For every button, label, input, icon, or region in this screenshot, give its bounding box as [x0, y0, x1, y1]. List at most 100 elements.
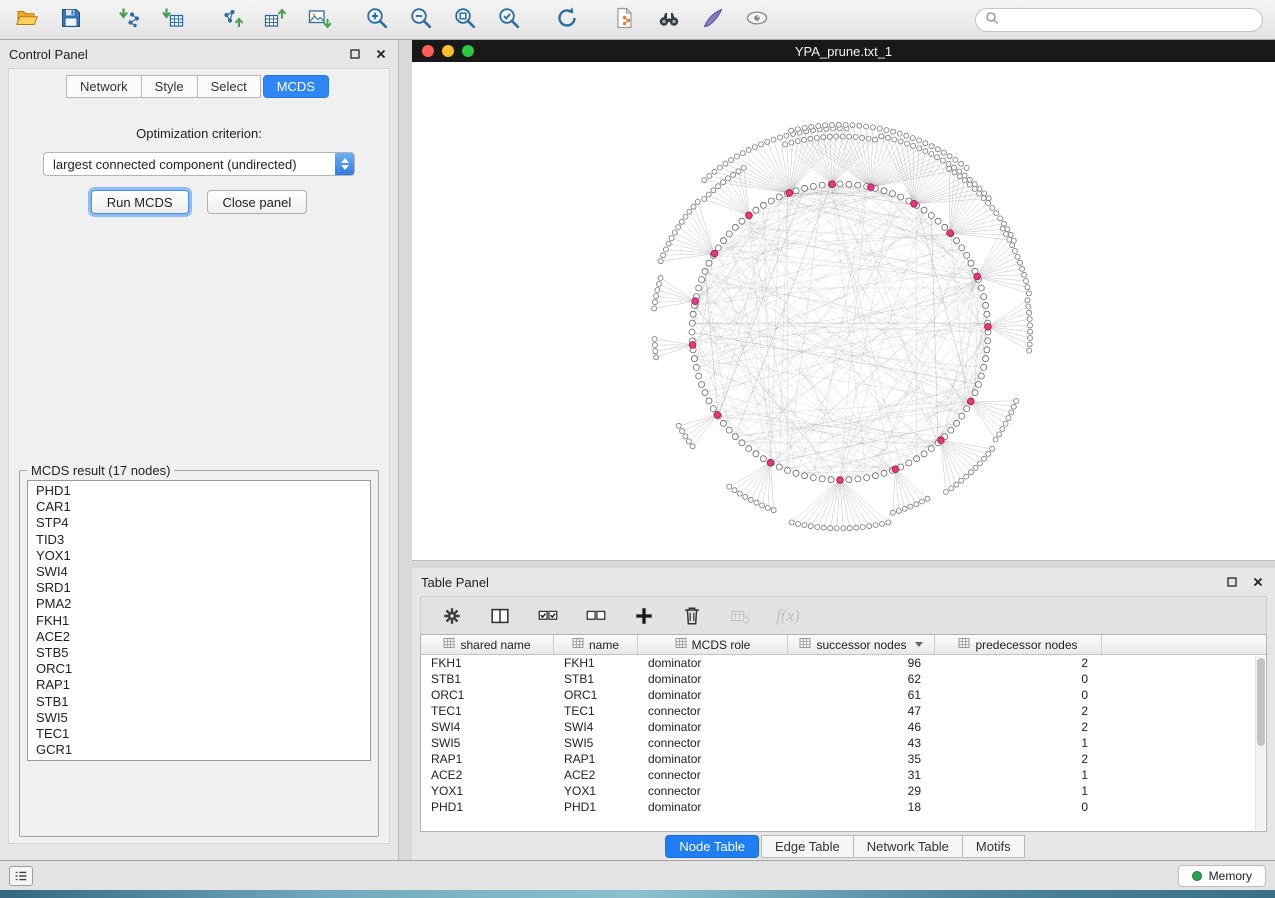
table-row[interactable]: SWI5SWI5connector431	[421, 735, 1266, 751]
tab-network[interactable]: Network	[66, 75, 142, 98]
table-header-row: shared name name MCDS rolesuccessor nodesp…	[421, 635, 1266, 655]
tab-edge-table[interactable]: Edge Table	[761, 835, 854, 858]
share-document-button[interactable]	[610, 5, 640, 35]
delete-button[interactable]	[679, 603, 705, 629]
import-network-button[interactable]	[114, 5, 144, 35]
table-panel-title: Table Panel	[421, 575, 489, 590]
mcds-result-item[interactable]: PHD1	[28, 483, 370, 499]
application-window: Control Panel NetworkStyleSelectMCDS Opt…	[0, 0, 1275, 898]
mcds-result-item[interactable]: RAP1	[28, 677, 370, 693]
select-all-button[interactable]	[535, 603, 561, 629]
mcds-result-item[interactable]: CAR1	[28, 499, 370, 515]
mcds-result-item[interactable]: FKH1	[28, 613, 370, 629]
apply-layout-button[interactable]	[552, 5, 582, 35]
tab-node-table[interactable]: Node Table	[665, 835, 759, 858]
table-row[interactable]: RAP1RAP1dominator352	[421, 751, 1266, 767]
minimize-window-icon[interactable]	[442, 45, 454, 57]
horizontal-splitter[interactable]	[412, 560, 1275, 568]
open-button[interactable]	[12, 5, 42, 35]
close-panel-button[interactable]: Close panel	[207, 190, 308, 214]
table-cell: dominator	[638, 672, 788, 686]
table-row[interactable]: SWI4SWI4dominator462	[421, 719, 1266, 735]
table-cell: ORC1	[421, 688, 554, 702]
table-cell: 0	[935, 672, 1102, 686]
mcds-result-item[interactable]: GCR1	[28, 742, 370, 758]
network-canvas[interactable]	[412, 62, 1275, 560]
mcds-result-item[interactable]: STP4	[28, 515, 370, 531]
network-view[interactable]	[412, 62, 1275, 560]
maximize-window-icon[interactable]	[462, 45, 474, 57]
mcds-result-list[interactable]: PHD1CAR1STP4TID3YOX1SWI4SRD1PMA2FKH1ACE2…	[27, 480, 371, 761]
float-table-panel-icon[interactable]	[1224, 574, 1240, 590]
column-header-name[interactable]: name	[554, 635, 638, 654]
tab-motifs[interactable]: Motifs	[962, 835, 1025, 858]
mcds-result-item[interactable]: STB5	[28, 645, 370, 661]
tab-mcds[interactable]: MCDS	[263, 75, 329, 98]
table-cell: dominator	[638, 752, 788, 766]
mcds-result-item[interactable]: YOX1	[28, 548, 370, 564]
search-network-button[interactable]	[654, 5, 684, 35]
column-label: name	[589, 638, 619, 652]
deselect-all-button[interactable]	[583, 603, 609, 629]
export-network-button[interactable]	[216, 5, 246, 35]
tab-network-table[interactable]: Network Table	[853, 835, 963, 858]
column-header-MCDS-role[interactable]: MCDS role	[638, 635, 788, 654]
table-row[interactable]: PHD1PHD1dominator180	[421, 799, 1266, 815]
close-window-icon[interactable]	[422, 45, 434, 57]
tab-select[interactable]: Select	[197, 75, 261, 98]
table-row[interactable]: STB1STB1dominator620	[421, 671, 1266, 687]
tab-style[interactable]: Style	[141, 75, 198, 98]
export-image-button[interactable]	[304, 5, 334, 35]
zoom-out-button[interactable]	[406, 5, 436, 35]
task-history-button[interactable]	[9, 866, 33, 886]
mcds-result-item[interactable]: STB1	[28, 694, 370, 710]
panel-splitter[interactable]	[398, 40, 412, 860]
table-row[interactable]: FKH1FKH1dominator962	[421, 655, 1266, 671]
mcds-result-item[interactable]: ORC1	[28, 661, 370, 677]
search-input[interactable]	[1004, 13, 1253, 27]
column-header-successor-nodes[interactable]: successor nodes	[788, 635, 935, 654]
add-button[interactable]	[631, 603, 657, 629]
save-button[interactable]	[56, 5, 86, 35]
columns-button[interactable]	[487, 603, 513, 629]
table-row[interactable]: YOX1YOX1connector291	[421, 783, 1266, 799]
table-cell: SWI5	[554, 736, 638, 750]
scrollbar-thumb[interactable]	[1257, 658, 1265, 746]
show-hide-button[interactable]	[742, 5, 772, 35]
table-cell: 1	[935, 784, 1102, 798]
table-row[interactable]: TEC1TEC1connector472	[421, 703, 1266, 719]
mcds-result-item[interactable]: SWI4	[28, 564, 370, 580]
toolbar-buttons	[12, 5, 800, 35]
mcds-result-item[interactable]: SRD1	[28, 580, 370, 596]
close-table-panel-icon[interactable]	[1250, 574, 1266, 590]
zoom-fit-button[interactable]	[450, 5, 480, 35]
run-mcds-button[interactable]: Run MCDS	[91, 190, 189, 214]
close-panel-icon[interactable]	[373, 46, 389, 62]
style-brush-button[interactable]	[698, 5, 728, 35]
optimization-criterion-label: Optimization criterion:	[9, 126, 389, 141]
mcds-result-item[interactable]: ACE2	[28, 629, 370, 645]
mcds-result-item[interactable]: SWI5	[28, 710, 370, 726]
float-panel-icon[interactable]	[347, 46, 363, 62]
table-scrollbar[interactable]	[1255, 656, 1265, 830]
table-cell: dominator	[638, 720, 788, 734]
search-box[interactable]	[975, 8, 1263, 32]
save-icon	[59, 6, 83, 33]
table-cell: RAP1	[554, 752, 638, 766]
sort-caret-icon[interactable]	[915, 642, 923, 647]
mcds-result-item[interactable]: TEC1	[28, 726, 370, 742]
mcds-result-item[interactable]: PMA2	[28, 596, 370, 612]
mcds-result-item[interactable]: TID3	[28, 532, 370, 548]
memory-button[interactable]: Memory	[1178, 865, 1266, 887]
table-row[interactable]: ORC1ORC1dominator610	[421, 687, 1266, 703]
search-network-icon	[657, 6, 681, 33]
column-header-shared-name[interactable]: shared name	[421, 635, 554, 654]
settings-button[interactable]	[439, 603, 465, 629]
export-table-button[interactable]	[260, 5, 290, 35]
table-row[interactable]: ACE2ACE2connector311	[421, 767, 1266, 783]
zoom-in-button[interactable]	[362, 5, 392, 35]
column-header-predecessor-nodes[interactable]: predecessor nodes	[935, 635, 1102, 654]
import-table-button[interactable]	[158, 5, 188, 35]
zoom-selected-button[interactable]	[494, 5, 524, 35]
optimization-criterion-select[interactable]: largest connected component (undirected)	[43, 152, 355, 176]
